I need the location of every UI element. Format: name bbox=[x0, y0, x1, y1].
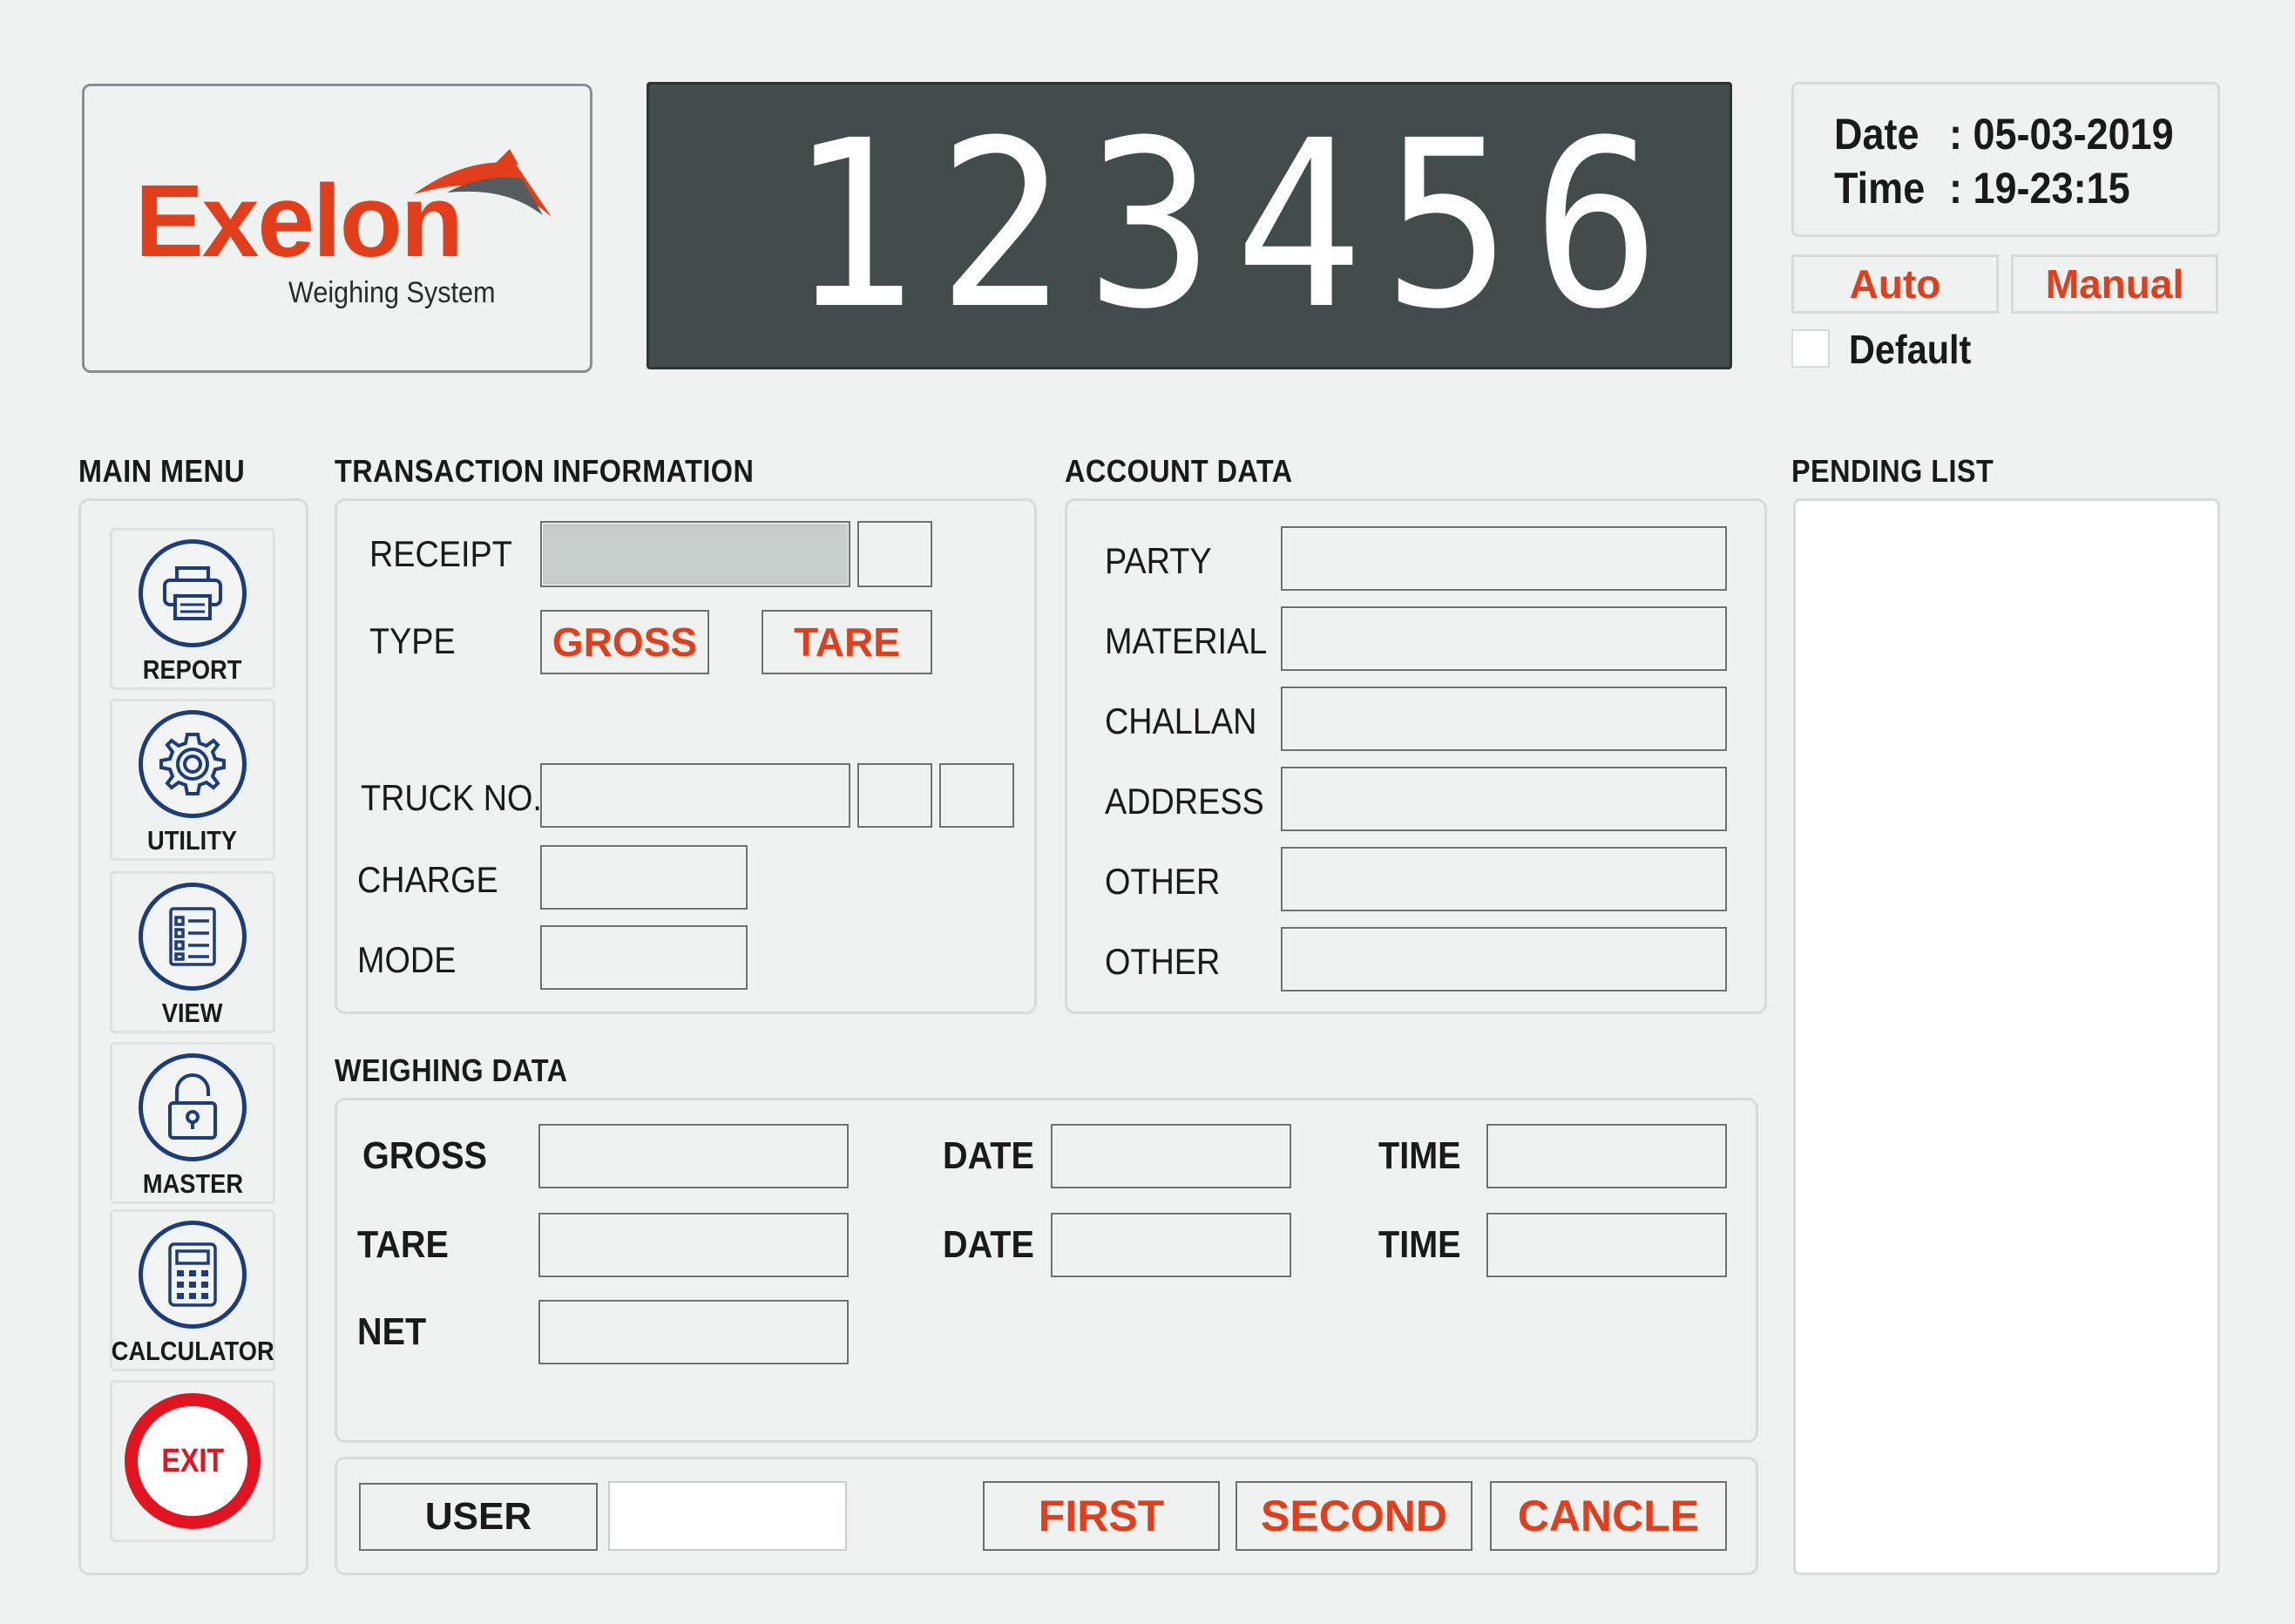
net-weight-field[interactable] bbox=[538, 1300, 849, 1364]
lock-icon bbox=[139, 1053, 247, 1161]
gross-date-field[interactable] bbox=[1051, 1124, 1291, 1188]
transaction-heading: TRANSACTION INFORMATION bbox=[335, 453, 755, 489]
type-label: TYPE bbox=[369, 620, 456, 661]
time-value: : 19-23:15 bbox=[1949, 164, 2130, 213]
printer-icon bbox=[139, 539, 247, 647]
receipt-extra-field[interactable] bbox=[857, 521, 932, 587]
address-label: ADDRESS bbox=[1105, 781, 1264, 822]
other-field-2[interactable] bbox=[1281, 927, 1727, 991]
menu-calculator-label: CALCULATOR bbox=[111, 1336, 274, 1366]
menu-calculator[interactable]: CALCULATOR bbox=[110, 1209, 275, 1371]
party-label: PARTY bbox=[1105, 540, 1212, 581]
pending-list[interactable] bbox=[1793, 498, 2220, 1575]
other-label-1: OTHER bbox=[1105, 861, 1221, 902]
menu-utility-label: UTILITY bbox=[147, 825, 238, 856]
address-field[interactable] bbox=[1281, 767, 1727, 831]
time-label: Time bbox=[1834, 164, 1926, 213]
user-label: USER bbox=[359, 1483, 598, 1551]
challan-label: CHALLAN bbox=[1105, 700, 1257, 741]
party-field[interactable] bbox=[1281, 526, 1727, 591]
tare-date-field[interactable] bbox=[1051, 1213, 1291, 1277]
truck-no-field[interactable] bbox=[540, 763, 850, 828]
logo-panel: Exelon Weighing System bbox=[82, 84, 592, 373]
user-field[interactable] bbox=[608, 1481, 847, 1551]
date-value: : 05-03-2019 bbox=[1949, 110, 2174, 159]
menu-view-label: VIEW bbox=[162, 998, 223, 1028]
manual-button[interactable]: Manual bbox=[2011, 254, 2218, 314]
calculator-icon bbox=[139, 1221, 247, 1329]
gross-weight-field[interactable] bbox=[538, 1124, 849, 1188]
tare-date-label: DATE bbox=[943, 1223, 1034, 1266]
menu-exit[interactable]: EXIT bbox=[110, 1380, 275, 1542]
receipt-field[interactable] bbox=[540, 521, 850, 587]
tare-weight-field[interactable] bbox=[538, 1213, 849, 1277]
truck-no-extra-field-2[interactable] bbox=[939, 763, 1014, 828]
truck-no-extra-field-1[interactable] bbox=[857, 763, 932, 828]
pending-heading: PENDING LIST bbox=[1791, 453, 1994, 489]
cancel-button[interactable]: CANCLE bbox=[1490, 1481, 1727, 1551]
type-gross-button[interactable]: GROSS bbox=[540, 610, 709, 674]
auto-button[interactable]: Auto bbox=[1791, 254, 1999, 314]
menu-master-label: MASTER bbox=[142, 1168, 243, 1199]
mode-label: MODE bbox=[357, 939, 457, 980]
receipt-label: RECEIPT bbox=[369, 533, 512, 574]
weighing-heading: WEIGHING DATA bbox=[335, 1052, 568, 1088]
charge-label: CHARGE bbox=[357, 859, 498, 900]
first-button[interactable]: FIRST bbox=[983, 1481, 1220, 1551]
gross-time-field[interactable] bbox=[1486, 1124, 1727, 1188]
charge-field[interactable] bbox=[540, 845, 748, 910]
logo-tagline: Weighing System bbox=[288, 276, 496, 309]
weight-display: 123456 bbox=[647, 82, 1732, 369]
menu-report[interactable]: REPORT bbox=[110, 528, 275, 690]
exit-button-icon: EXIT bbox=[125, 1393, 261, 1529]
tare-time-field[interactable] bbox=[1486, 1213, 1727, 1277]
other-label-2: OTHER bbox=[1105, 941, 1221, 982]
datetime-panel: Date : 05-03-2019 Time : 19-23:15 bbox=[1791, 82, 2220, 237]
net-weight-label: NET bbox=[357, 1310, 427, 1353]
exit-label: EXIT bbox=[161, 1442, 224, 1479]
gear-icon bbox=[139, 710, 247, 818]
material-field[interactable] bbox=[1281, 606, 1727, 671]
weight-digits: 123456 bbox=[788, 91, 1681, 360]
material-label: MATERIAL bbox=[1105, 620, 1268, 661]
menu-view[interactable]: VIEW bbox=[110, 871, 275, 1033]
gross-date-label: DATE bbox=[943, 1134, 1034, 1177]
account-heading: ACCOUNT DATA bbox=[1065, 453, 1293, 489]
logo-brand: Exelon bbox=[135, 164, 464, 279]
challan-field[interactable] bbox=[1281, 687, 1727, 751]
tare-time-label: TIME bbox=[1378, 1223, 1461, 1266]
default-label: Default bbox=[1849, 327, 1972, 372]
menu-report-label: REPORT bbox=[143, 654, 242, 685]
main-menu-heading: MAIN MENU bbox=[78, 453, 246, 489]
menu-utility[interactable]: UTILITY bbox=[110, 699, 275, 861]
second-button[interactable]: SECOND bbox=[1236, 1481, 1472, 1551]
type-tare-button[interactable]: TARE bbox=[762, 610, 932, 674]
default-checkbox[interactable] bbox=[1791, 329, 1830, 368]
other-field-1[interactable] bbox=[1281, 847, 1727, 911]
tare-weight-label: TARE bbox=[357, 1223, 449, 1266]
gross-time-label: TIME bbox=[1378, 1134, 1461, 1177]
gross-weight-label: GROSS bbox=[362, 1134, 488, 1177]
checklist-icon bbox=[139, 883, 247, 991]
mode-field[interactable] bbox=[540, 925, 748, 990]
truck-no-label: TRUCK NO. bbox=[361, 777, 542, 818]
menu-master[interactable]: MASTER bbox=[110, 1042, 275, 1204]
date-label: Date bbox=[1834, 110, 1919, 159]
